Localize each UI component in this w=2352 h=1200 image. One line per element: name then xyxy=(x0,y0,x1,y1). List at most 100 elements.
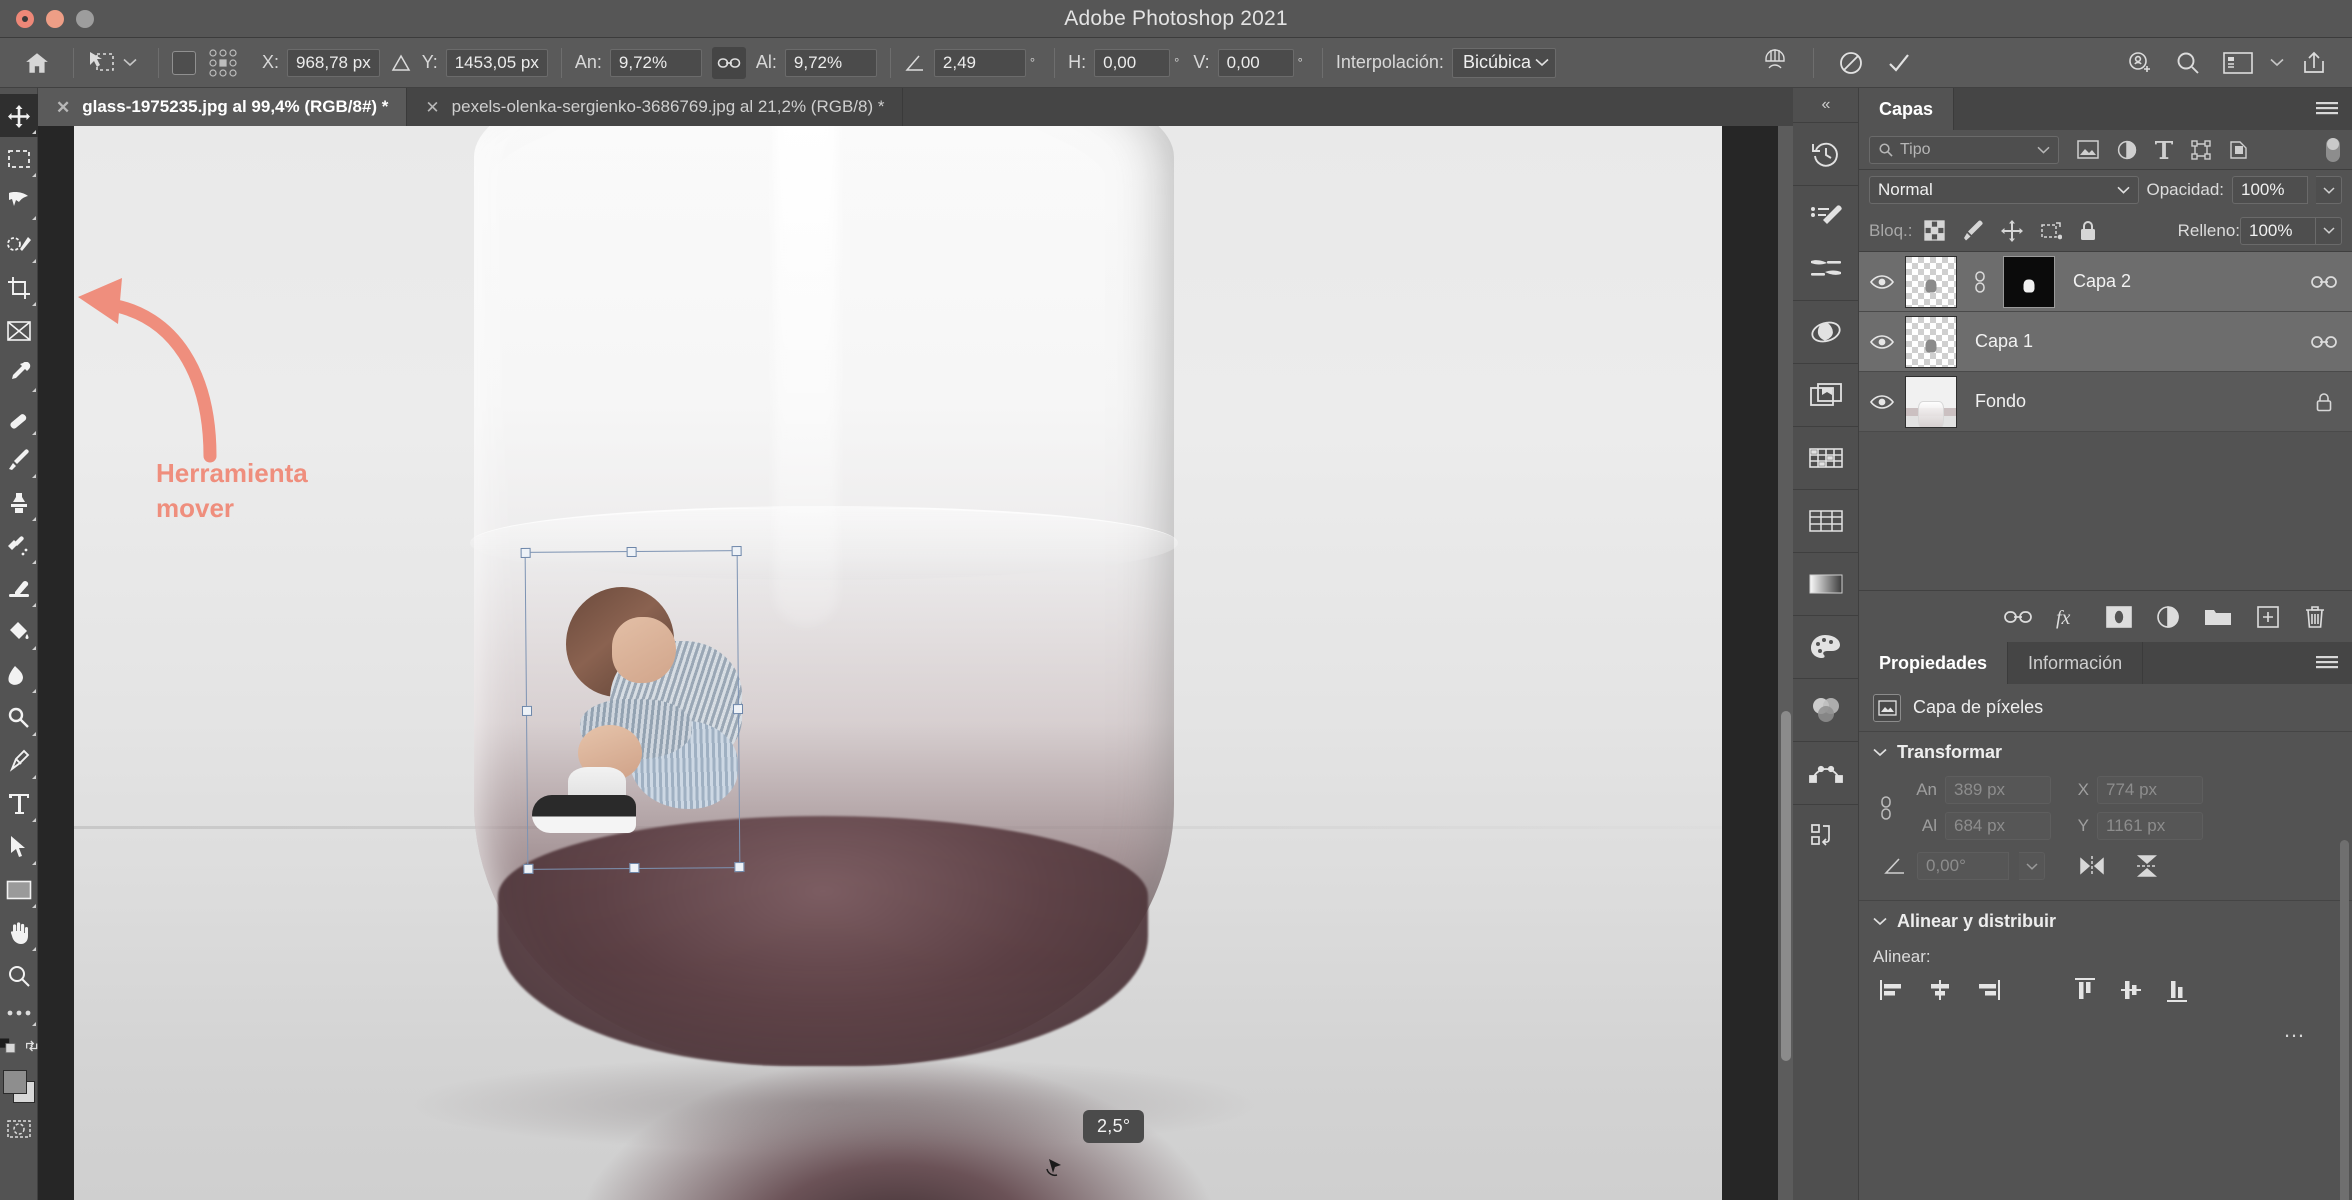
more-options-ellipsis[interactable]: … xyxy=(1859,1003,2352,1043)
layer-row-capa-1[interactable]: Capa 1 xyxy=(1859,312,2352,372)
quick-mask-icon[interactable] xyxy=(0,1111,38,1147)
search-icon[interactable] xyxy=(2174,49,2202,77)
skew-vertical-field[interactable]: 0,00 xyxy=(1217,48,1294,77)
layer-row-capa-2[interactable]: Capa 2 xyxy=(1859,252,2352,312)
layer-row-fondo[interactable]: Fondo xyxy=(1859,372,2352,432)
tool-lasso[interactable] xyxy=(0,180,38,223)
chevron-down-icon[interactable] xyxy=(2270,58,2284,67)
brush-settings-panel-button[interactable] xyxy=(1793,191,1859,243)
tab-informacion[interactable]: Información xyxy=(2008,642,2144,684)
y-position-field[interactable]: 1453,05 px xyxy=(445,48,548,77)
tool-history-brush[interactable] xyxy=(0,524,38,567)
flip-horizontal-icon[interactable] xyxy=(2079,855,2105,877)
link-layers-icon[interactable] xyxy=(2004,610,2032,624)
layer-thumbnail[interactable] xyxy=(1905,315,1957,368)
tool-zoom[interactable] xyxy=(0,954,38,997)
document-tab-glass[interactable]: ✕ glass-1975235.jpg al 99,4% (RGB/8#) * xyxy=(38,88,408,126)
align-bottom-icon[interactable] xyxy=(2165,977,2189,1003)
align-left-icon[interactable] xyxy=(1879,978,1905,1002)
home-icon[interactable] xyxy=(24,50,50,76)
layer-style-fx-icon[interactable]: fx xyxy=(2056,605,2082,629)
align-middle-vertical-icon[interactable] xyxy=(2119,977,2143,1003)
tool-rectangular-marquee[interactable] xyxy=(0,137,38,180)
layer-visibility-toggle[interactable] xyxy=(1859,274,1905,290)
link-chain-icon[interactable] xyxy=(1873,795,1899,821)
tool-eyedropper[interactable] xyxy=(0,352,38,395)
layer-mask-thumbnail[interactable] xyxy=(2003,255,2055,308)
close-icon[interactable]: ✕ xyxy=(56,99,70,116)
tool-healing-brush[interactable] xyxy=(0,395,38,438)
lock-position-icon[interactable] xyxy=(2001,219,2024,242)
tool-edit-toolbar[interactable] xyxy=(0,997,38,1029)
transform-handle-bottom-left[interactable] xyxy=(523,863,534,874)
tool-clone-stamp[interactable] xyxy=(0,481,38,524)
scrollbar-thumb[interactable] xyxy=(1781,711,1791,1061)
zoom-window-button[interactable] xyxy=(76,9,94,28)
foreground-color-swatch[interactable] xyxy=(3,1070,27,1094)
tool-brush[interactable] xyxy=(0,438,38,481)
transform-handle-top-center[interactable] xyxy=(626,546,637,558)
warp-mode-icon[interactable] xyxy=(1760,47,1790,79)
export-icon[interactable] xyxy=(2300,49,2328,77)
add-layer-mask-icon[interactable] xyxy=(2106,605,2132,628)
transform-handle-bottom-center[interactable] xyxy=(628,862,639,874)
tool-rectangle[interactable] xyxy=(0,868,38,911)
move-tool-icon[interactable] xyxy=(87,49,117,77)
tab-propiedades[interactable]: Propiedades xyxy=(1859,642,2009,684)
tool-crop[interactable] xyxy=(0,266,38,309)
tool-pen[interactable] xyxy=(0,739,38,782)
smart-object-filter-icon[interactable] xyxy=(2229,140,2249,160)
layer-name[interactable]: Capa 1 xyxy=(1957,331,2296,352)
lock-transparent-pixels-icon[interactable] xyxy=(1924,220,1946,241)
auto-select-checkbox[interactable] xyxy=(172,50,196,75)
lock-image-pixels-icon[interactable] xyxy=(1962,219,1984,242)
layer-name[interactable]: Capa 2 xyxy=(2055,271,2296,292)
transform-section-header[interactable]: Transformar xyxy=(1859,732,2352,772)
tab-capas[interactable]: Capas xyxy=(1859,88,1955,130)
new-group-icon[interactable] xyxy=(2204,606,2232,628)
width-field[interactable]: 9,72% xyxy=(609,48,702,77)
opacity-field[interactable]: 100% xyxy=(2232,176,2308,204)
y-field[interactable]: 1161 px xyxy=(2097,812,2203,840)
window-controls[interactable] xyxy=(16,9,94,28)
canvas-area[interactable]: Herramienta mover xyxy=(38,126,1793,1200)
layer-visibility-toggle[interactable] xyxy=(1859,334,1905,350)
new-adjustment-layer-icon[interactable] xyxy=(2156,605,2180,629)
tool-object-selection[interactable] xyxy=(0,223,38,266)
tool-paint-bucket[interactable] xyxy=(0,610,38,653)
layer-name[interactable]: Fondo xyxy=(1957,391,2296,412)
canvas-vertical-scrollbar[interactable] xyxy=(1778,126,1793,1200)
actions-panel-button[interactable] xyxy=(1793,810,1859,862)
color-swatches[interactable] xyxy=(0,1067,38,1111)
tool-path-selection[interactable] xyxy=(0,825,38,868)
tool-eraser[interactable] xyxy=(0,567,38,610)
delta-triangle-icon[interactable] xyxy=(390,53,412,73)
color-panel-button[interactable] xyxy=(1793,684,1859,736)
transform-handle-bottom-right[interactable] xyxy=(734,862,745,873)
height-field[interactable]: 684 px xyxy=(1945,812,2051,840)
collapse-panels-icon[interactable]: « xyxy=(1793,88,1858,122)
minimize-window-button[interactable] xyxy=(46,9,64,28)
patterns-panel-button[interactable] xyxy=(1793,432,1859,484)
opacity-stepper[interactable] xyxy=(2316,176,2342,204)
panel-menu-icon[interactable] xyxy=(2316,655,2338,671)
swatches-panel-button[interactable] xyxy=(1793,621,1859,673)
tool-blur[interactable] xyxy=(0,653,38,696)
link-icon[interactable] xyxy=(2296,335,2352,349)
lock-icon[interactable] xyxy=(2296,392,2352,412)
blend-mode-select[interactable]: Normal xyxy=(1869,176,2139,204)
layer-thumbnail[interactable] xyxy=(1905,375,1957,428)
libraries-panel-button[interactable] xyxy=(1793,369,1859,421)
link-icon[interactable] xyxy=(2296,275,2352,289)
close-window-button[interactable] xyxy=(16,9,34,28)
link-chain-icon[interactable] xyxy=(711,46,746,79)
gradients-panel-button[interactable] xyxy=(1793,558,1859,610)
adjustments-panel-button[interactable] xyxy=(1793,306,1859,358)
width-field[interactable]: 389 px xyxy=(1945,776,2051,804)
align-right-icon[interactable] xyxy=(1975,978,2001,1002)
shape-layer-filter-icon[interactable] xyxy=(2191,139,2211,160)
tool-type[interactable] xyxy=(0,782,38,825)
lock-artboard-icon[interactable] xyxy=(2040,221,2063,241)
transform-handle-top-right[interactable] xyxy=(731,546,742,557)
tool-move[interactable] xyxy=(0,94,38,137)
